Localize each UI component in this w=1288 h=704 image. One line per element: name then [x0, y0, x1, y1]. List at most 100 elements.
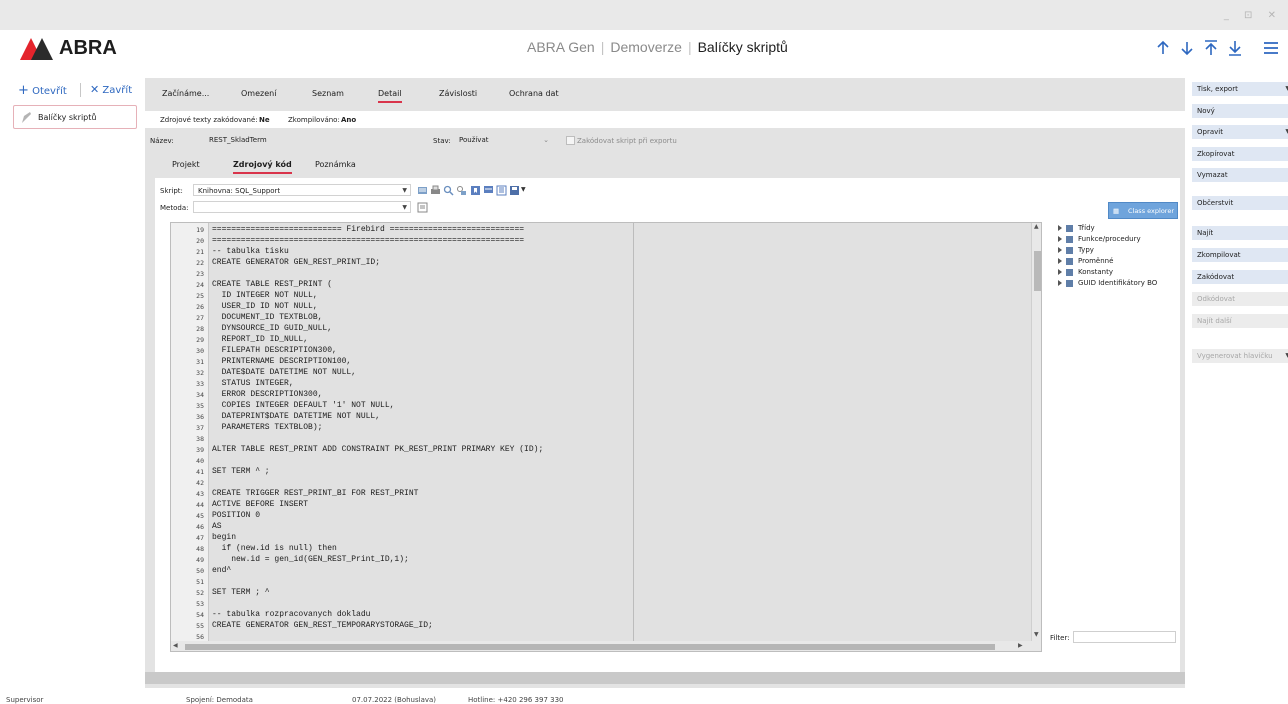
close-button[interactable]: ✕ Zavřít: [90, 83, 132, 96]
action-button-vymazat[interactable]: Vymazat: [1192, 168, 1288, 182]
action-button-naj-t[interactable]: Najít: [1192, 226, 1288, 240]
class-explorer-label: Class explorer: [1127, 207, 1174, 215]
code-line[interactable]: ERROR DESCRIPTION300,: [212, 390, 323, 399]
action-button-nov-[interactable]: Nový: [1192, 104, 1288, 118]
window-controls[interactable]: _ ⊡ ✕: [1224, 10, 1282, 21]
action-button-opravit[interactable]: Opravit ▼: [1192, 125, 1288, 139]
code-line[interactable]: AS: [212, 522, 222, 531]
scroll-right-icon[interactable]: ▶: [1018, 642, 1023, 649]
tab-detail[interactable]: Detail: [378, 89, 402, 103]
code-line[interactable]: SET TERM ^ ;: [212, 467, 270, 476]
code-line[interactable]: FILEPATH DESCRIPTION300,: [212, 346, 337, 355]
action-button-zkop-rovat[interactable]: Zkopírovat: [1192, 147, 1288, 161]
code-line[interactable]: REPORT_ID ID_NULL,: [212, 335, 308, 344]
code-line[interactable]: DOCUMENT_ID TEXTBLOB,: [212, 313, 323, 322]
expand-icon[interactable]: [1058, 236, 1062, 242]
vertical-scrollbar[interactable]: ▲ ▼: [1031, 223, 1041, 641]
method-list-icon[interactable]: [417, 202, 428, 213]
tab-seznam[interactable]: Seznam: [312, 89, 344, 98]
code-line[interactable]: PARAMETERS TEXTBLOB);: [212, 423, 323, 432]
code-line[interactable]: PRINTERNAME DESCRIPTION100,: [212, 357, 352, 366]
list-icon[interactable]: [417, 185, 428, 196]
tree-node-funkce[interactable]: Funkce/procedury: [1058, 235, 1141, 243]
action-button-zkompilovat[interactable]: Zkompilovat: [1192, 248, 1288, 262]
action-button-tisk-export[interactable]: Tisk, export ▼: [1192, 82, 1288, 96]
horizontal-scrollbar[interactable]: ◀ ▶: [171, 641, 1041, 651]
scroll-left-icon[interactable]: ◀: [173, 642, 178, 649]
code-line[interactable]: =========================== Firebird ===…: [212, 225, 524, 234]
form-strip: Název: REST_SkladTerm Stav: Používat ⌄ Z…: [145, 132, 1185, 150]
arrow-bottom-icon[interactable]: [1226, 39, 1244, 57]
tab-omezeni[interactable]: Omezení: [241, 89, 276, 98]
arrow-top-icon[interactable]: [1202, 39, 1220, 57]
tab-projekt[interactable]: Projekt: [172, 160, 200, 169]
code-line[interactable]: -- tabulka tisku: [212, 247, 289, 256]
tab-ochrana-dat[interactable]: Ochrana dat: [509, 89, 559, 98]
code-line[interactable]: DATE$DATE DATETIME NOT NULL,: [212, 368, 356, 377]
code-line[interactable]: DATEPRINT$DATE DATETIME NOT NULL,: [212, 412, 380, 421]
code-line[interactable]: STATUS INTEGER,: [212, 379, 294, 388]
code-line[interactable]: ALTER TABLE REST_PRINT ADD CONSTRAINT PK…: [212, 445, 543, 454]
filter-input[interactable]: [1073, 631, 1176, 643]
menu-icon[interactable]: [1262, 39, 1280, 57]
action-button-zak-dovat[interactable]: Zakódovat: [1192, 270, 1288, 284]
arrow-up-icon[interactable]: [1154, 39, 1172, 57]
horizontal-scroll-thumb[interactable]: [185, 644, 995, 650]
expand-icon[interactable]: [1058, 247, 1062, 253]
code-line[interactable]: ID INTEGER NOT NULL,: [212, 291, 318, 300]
code-line[interactable]: CREATE TRIGGER REST_PRINT_BI FOR REST_PR…: [212, 489, 418, 498]
method-select[interactable]: ▼: [193, 201, 411, 213]
bookmark-icon[interactable]: [470, 185, 481, 196]
save-dropdown-icon[interactable]: ▼: [521, 186, 526, 193]
replace-icon[interactable]: [456, 185, 467, 196]
code-editor[interactable]: 19 20 21 22 23 24 25 26 27 28 29 30 31 32 33 34 35 36 37 38…: [170, 222, 1042, 652]
encode-export-checkbox[interactable]: [566, 136, 575, 145]
expand-icon[interactable]: [1058, 280, 1062, 286]
code-line[interactable]: CREATE GENERATOR GEN_REST_PRINT_ID;: [212, 258, 380, 267]
code-line[interactable]: USER_ID ID NOT NULL,: [212, 302, 318, 311]
code-line[interactable]: DYNSOURCE_ID GUID_NULL,: [212, 324, 332, 333]
open-button[interactable]: + Otevřít: [18, 83, 67, 98]
comment-icon[interactable]: [483, 185, 494, 196]
tree-node-typy[interactable]: Typy: [1058, 246, 1094, 254]
scroll-down-icon[interactable]: ▼: [1034, 631, 1039, 638]
code-line[interactable]: new.id = gen_id(GEN_REST_Print_ID,1);: [212, 555, 409, 564]
class-explorer-button[interactable]: ▦ Class explorer: [1108, 202, 1178, 219]
tab-zavislosti[interactable]: Závislosti: [439, 89, 477, 98]
action-button-ob-erstvit[interactable]: Občerstvit: [1192, 196, 1288, 210]
tree-node-promenne[interactable]: Proměnné: [1058, 257, 1113, 265]
state-select[interactable]: Používat ⌄: [455, 134, 553, 147]
code-line[interactable]: ========================================…: [212, 236, 524, 245]
scroll-up-icon[interactable]: ▲: [1034, 223, 1039, 230]
code-line[interactable]: -- tabulka rozpracovanych dokladu: [212, 610, 370, 619]
tab-poznamka[interactable]: Poznámka: [315, 160, 356, 169]
expand-icon[interactable]: [1058, 225, 1062, 231]
search-icon[interactable]: [443, 185, 454, 196]
script-select[interactable]: Knihovna: SQL_Support ▼: [193, 184, 411, 196]
main-area: Začínáme... Omezení Seznam Detail Závisl…: [145, 78, 1185, 688]
code-line[interactable]: begin: [212, 533, 236, 542]
code-line[interactable]: ACTIVE BEFORE INSERT: [212, 500, 308, 509]
folder-icon: [1066, 235, 1073, 243]
name-field[interactable]: REST_SkladTerm: [205, 134, 455, 147]
code-line[interactable]: CREATE TABLE REST_PRINT (: [212, 280, 332, 289]
tab-zaciname[interactable]: Začínáme...: [162, 89, 209, 98]
vertical-scroll-thumb[interactable]: [1034, 251, 1041, 291]
arrow-down-icon[interactable]: [1178, 39, 1196, 57]
tab-zdrojovy-kod[interactable]: Zdrojový kód: [233, 160, 292, 174]
code-line[interactable]: COPIES INTEGER DEFAULT '1' NOT NULL,: [212, 401, 395, 410]
open-module-item[interactable]: Balíčky skriptů: [13, 105, 137, 129]
print-icon[interactable]: [430, 185, 441, 196]
tree-node-guid[interactable]: GUID Identifikátory BO: [1058, 279, 1157, 287]
format-icon[interactable]: [496, 185, 507, 196]
tree-node-tridy[interactable]: Třídy: [1058, 224, 1095, 232]
code-line[interactable]: if (new.id is null) then: [212, 544, 337, 553]
expand-icon[interactable]: [1058, 258, 1062, 264]
save-icon[interactable]: [509, 185, 520, 196]
code-line[interactable]: POSITION 0: [212, 511, 260, 520]
code-line[interactable]: CREATE GENERATOR GEN_REST_TEMPORARYSTORA…: [212, 621, 433, 630]
expand-icon[interactable]: [1058, 269, 1062, 275]
tree-node-konstanty[interactable]: Konstanty: [1058, 268, 1113, 276]
code-line[interactable]: SET TERM ; ^: [212, 588, 270, 597]
code-line[interactable]: end^: [212, 566, 231, 575]
